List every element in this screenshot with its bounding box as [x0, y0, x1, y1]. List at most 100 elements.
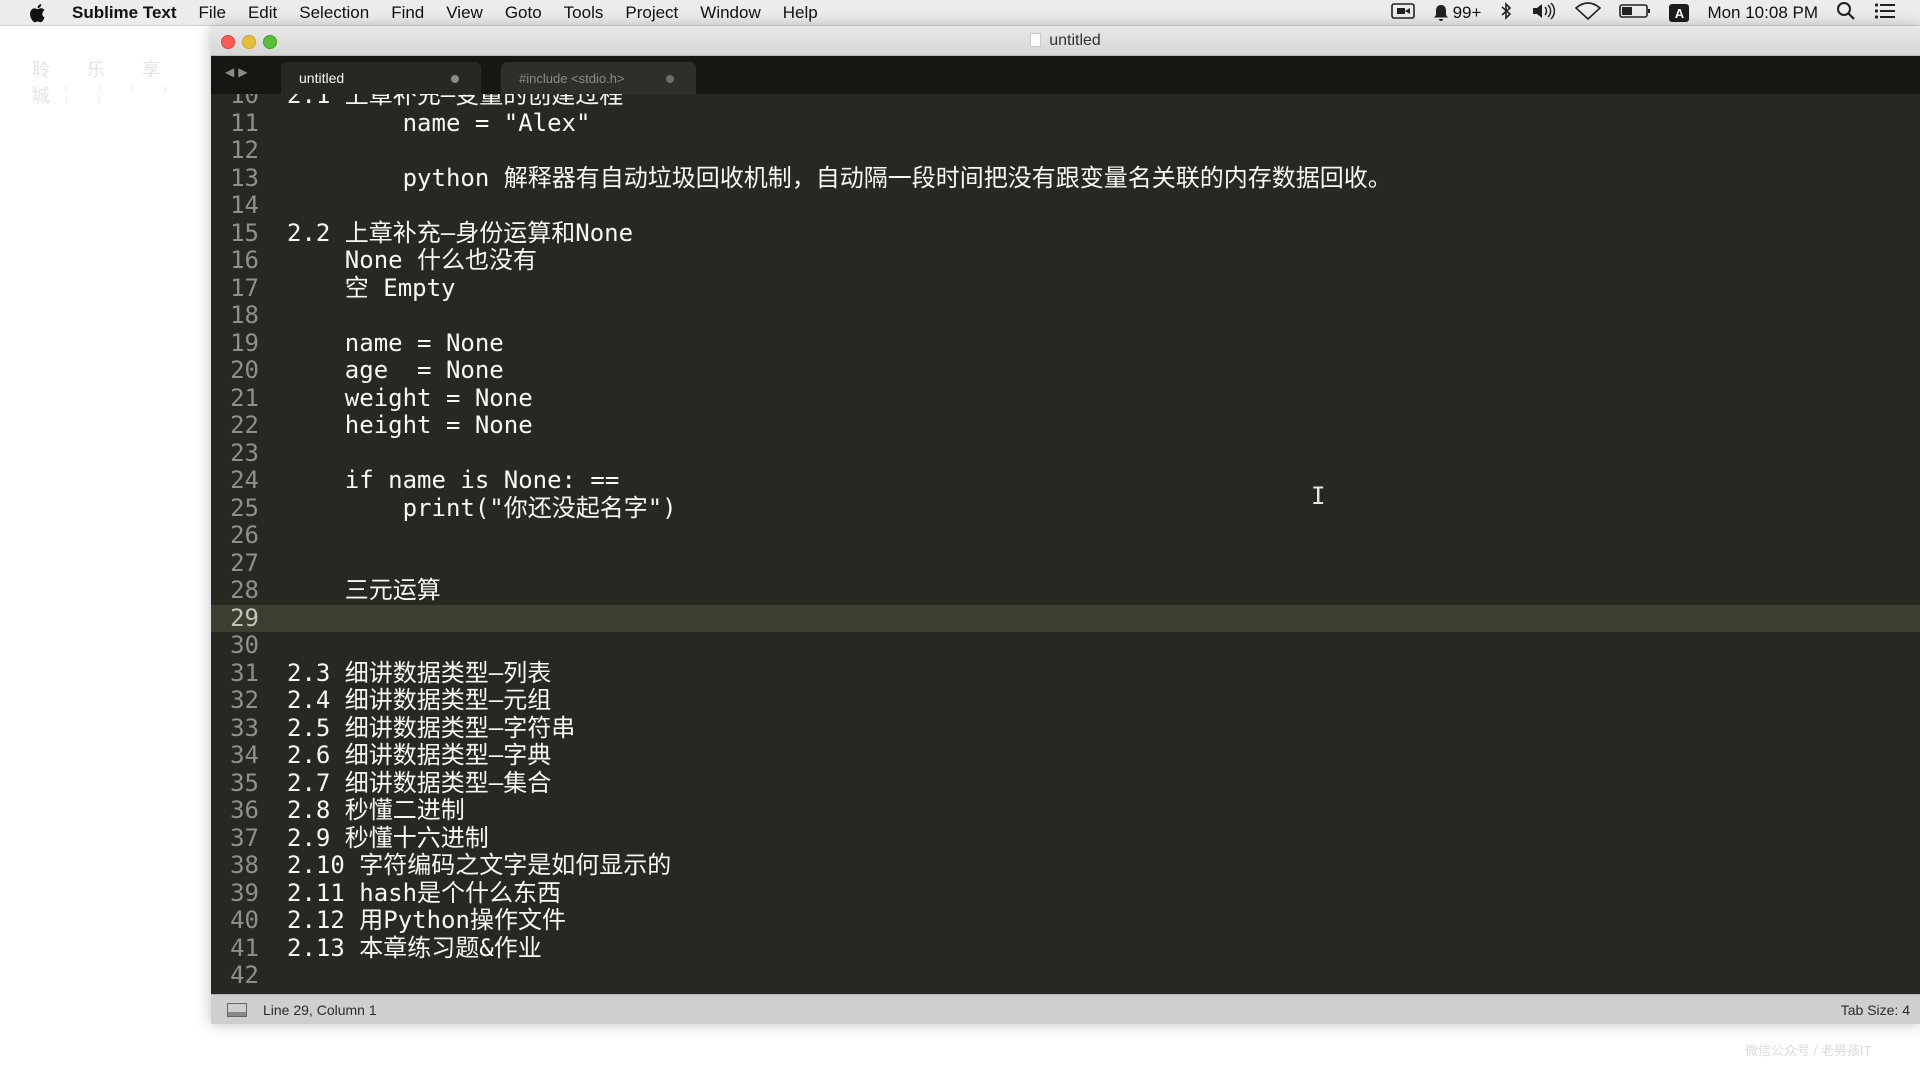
tab-nav-arrows[interactable]: ◀▶: [225, 65, 251, 79]
window-titlebar[interactable]: untitled: [211, 26, 1920, 56]
menu-help[interactable]: Help: [783, 3, 818, 23]
notifications-indicator[interactable]: 99+: [1433, 3, 1482, 23]
code-line[interactable]: 12: [211, 136, 1920, 165]
tab-bar: ◀▶ untitled #include <stdio.h>: [211, 56, 1920, 94]
line-text: name = "Alex": [287, 108, 591, 137]
code-line[interactable]: 37 2.9 秒懂十六进制: [211, 824, 1920, 853]
code-line[interactable]: 32 2.4 细讲数据类型—元组: [211, 686, 1920, 715]
code-line[interactable]: 30: [211, 631, 1920, 660]
line-text: 2.7 细讲数据类型—集合: [287, 768, 552, 797]
line-text: age = None: [287, 356, 504, 384]
code-line[interactable]: 25 print("你还没起名字"): [211, 494, 1920, 523]
line-text: if name is None: ==: [287, 466, 620, 494]
code-line[interactable]: 16 None 什么也没有: [211, 246, 1920, 275]
volume-icon[interactable]: [1531, 1, 1557, 25]
screen-record-icon[interactable]: [1390, 2, 1415, 25]
code-line[interactable]: 35 2.7 细讲数据类型—集合: [211, 768, 1920, 798]
line-text: 2.4 细讲数据类型—元组: [287, 686, 552, 714]
cursor-position: Line 29, Column 1: [263, 1001, 377, 1018]
code-line[interactable]: 21 weight = None: [211, 384, 1920, 413]
line-text: python 解释器有自动垃圾回收机制，自动隔一段时间把没有跟变量名关联的内存数…: [287, 163, 1392, 192]
code-line[interactable]: 34 2.6 细讲数据类型—字典: [211, 741, 1920, 770]
line-number: 31: [230, 658, 259, 687]
line-text: 2.2 上章补充—身份运算和None: [287, 218, 634, 247]
line-text: 2.6 细讲数据类型—字典: [287, 741, 552, 769]
window-title-text: untitled: [1049, 32, 1101, 49]
sublime-window: untitled ◀▶ untitled #include <stdio.h> …: [211, 26, 1920, 1024]
video-watermark: 微信公众号 / 老男孩IT: [1745, 1043, 1872, 1058]
code-line[interactable]: 41 2.13 本章练习题&作业: [211, 934, 1920, 963]
document-icon: [1030, 33, 1042, 47]
line-number: 13: [230, 163, 259, 192]
wifi-icon[interactable]: [1575, 1, 1602, 25]
code-line[interactable]: 19 name = None: [211, 329, 1920, 358]
menu-tools[interactable]: Tools: [564, 3, 604, 23]
menu-selection[interactable]: Selection: [299, 3, 369, 23]
code-line[interactable]: 40 2.12 用Python操作文件: [211, 906, 1920, 935]
chevron-left-icon[interactable]: ◀: [225, 65, 238, 79]
code-line[interactable]: 28 三元运算: [211, 576, 1920, 605]
code-line[interactable]: 31 2.3 细讲数据类型—列表: [211, 658, 1920, 688]
line-text: 2.3 细讲数据类型—列表: [287, 658, 552, 687]
chevron-right-icon[interactable]: ▶: [238, 65, 251, 79]
code-line[interactable]: 39 2.11 hash是个什么东西: [211, 878, 1920, 908]
line-number: 23: [230, 438, 259, 467]
line-number: 38: [230, 851, 259, 879]
menu-view[interactable]: View: [446, 3, 483, 23]
line-number: 33: [230, 713, 259, 742]
code-line[interactable]: 29: [211, 604, 1920, 632]
menu-goto[interactable]: Goto: [505, 3, 542, 23]
code-line[interactable]: 20 age = None: [211, 356, 1920, 385]
menu-find[interactable]: Find: [391, 3, 424, 23]
line-number: 39: [230, 878, 259, 907]
battery-icon[interactable]: [1619, 2, 1651, 25]
menu-file[interactable]: File: [199, 3, 226, 23]
line-number: 20: [230, 356, 259, 384]
ibeam-cursor-icon: I: [1311, 482, 1326, 510]
bell-icon: [1433, 5, 1448, 21]
unsaved-dot-icon[interactable]: [666, 75, 674, 83]
tab-include-stdio[interactable]: #include <stdio.h>: [501, 62, 696, 94]
code-line[interactable]: 14: [211, 191, 1920, 220]
unsaved-dot-icon[interactable]: [451, 75, 459, 83]
code-line[interactable]: 10 2.1 上章补充—变量的创建过程: [211, 94, 1920, 110]
tab-label: untitled: [299, 70, 345, 86]
code-line[interactable]: 38 2.10 字符编码之文字是如何显示的: [211, 851, 1920, 880]
code-line[interactable]: 11 name = "Alex": [211, 108, 1920, 138]
code-line[interactable]: 23: [211, 438, 1920, 468]
line-number: 36: [230, 796, 259, 824]
code-line[interactable]: 22 height = None: [211, 411, 1920, 440]
tab-size-selector[interactable]: Tab Size: 4: [1841, 1002, 1910, 1018]
code-line[interactable]: 13 python 解释器有自动垃圾回收机制，自动隔一段时间把没有跟变量名关联的…: [211, 163, 1920, 193]
panel-toggle-icon[interactable]: [227, 1002, 247, 1017]
apple-menu-icon[interactable]: [28, 3, 48, 23]
spotlight-search-icon[interactable]: [1836, 1, 1856, 26]
code-line[interactable]: 24 if name is None: ==: [211, 466, 1920, 495]
code-line[interactable]: 33 2.5 细讲数据类型—字符串: [211, 713, 1920, 743]
line-number: 42: [230, 961, 259, 989]
code-line[interactable]: 42: [211, 961, 1920, 990]
code-line[interactable]: 27: [211, 549, 1920, 578]
code-line[interactable]: 17 空 Empty: [211, 273, 1920, 303]
menu-project[interactable]: Project: [625, 3, 678, 23]
line-number: 17: [230, 273, 259, 302]
line-number: 12: [230, 136, 259, 164]
menu-app-name[interactable]: Sublime Text: [72, 3, 177, 23]
input-source-indicator[interactable]: A: [1669, 4, 1690, 22]
code-editor[interactable]: 10 2.1 上章补充—变量的创建过程 11 name = "Alex" 12 13 p…: [211, 94, 1920, 994]
menubar-clock[interactable]: Mon 10:08 PM: [1707, 3, 1818, 23]
tab-untitled[interactable]: untitled: [281, 62, 481, 94]
notification-center-icon[interactable]: [1874, 2, 1896, 25]
code-line[interactable]: 36 2.8 秒懂二进制: [211, 796, 1920, 825]
notification-count: 99+: [1452, 3, 1482, 22]
line-text: 2.12 用Python操作文件: [287, 906, 566, 934]
line-number: 32: [230, 686, 259, 714]
menu-edit[interactable]: Edit: [248, 3, 277, 23]
code-line[interactable]: 18: [211, 301, 1920, 330]
code-line[interactable]: 26: [211, 521, 1920, 550]
menu-window[interactable]: Window: [700, 3, 760, 23]
tab-label: #include <stdio.h>: [519, 70, 625, 86]
code-line[interactable]: 15 2.2 上章补充—身份运算和None: [211, 218, 1920, 248]
line-text: 2.10 字符编码之文字是如何显示的: [287, 851, 672, 879]
bluetooth-icon[interactable]: [1499, 1, 1513, 25]
